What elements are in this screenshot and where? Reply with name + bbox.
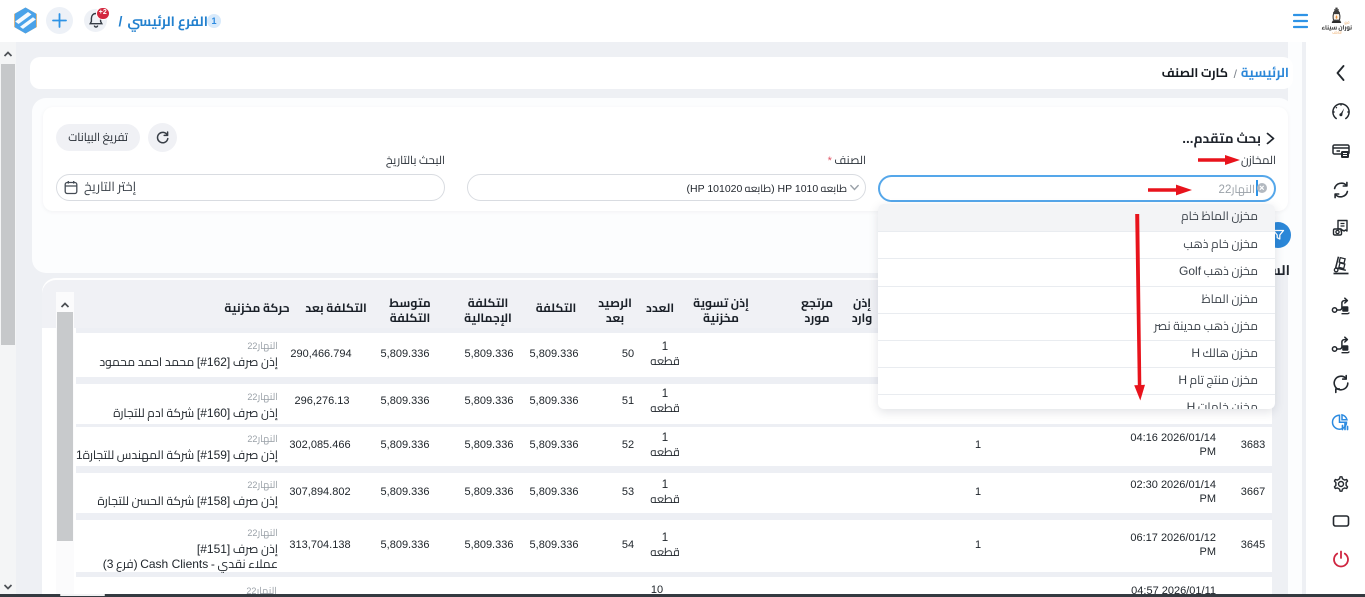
svg-text:فرع: فرع [1345, 20, 1350, 26]
svg-text:للذهب: للذهب [1332, 30, 1341, 36]
